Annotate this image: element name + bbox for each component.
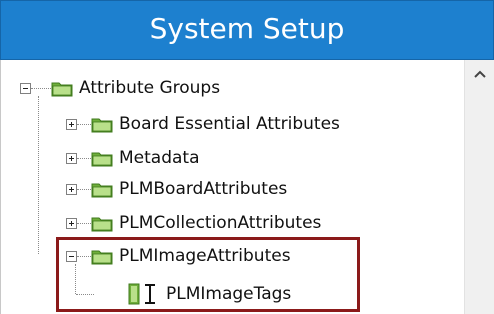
system-setup-panel: System Setup Attribute Groups Board Esse…: [0, 0, 494, 314]
tree-item-metadata[interactable]: Metadata: [66, 143, 200, 173]
folder-icon: [91, 181, 113, 198]
expand-icon[interactable]: [66, 217, 77, 229]
window-title: System Setup: [149, 12, 345, 45]
tree-item-attribute-groups[interactable]: Attribute Groups: [20, 73, 220, 103]
expand-icon[interactable]: [66, 152, 77, 164]
tree-item-plmboardattributes[interactable]: PLMBoardAttributes: [66, 174, 287, 204]
tree-item-label: Board Essential Attributes: [119, 114, 340, 134]
tree-item-label: PLMCollectionAttributes: [119, 213, 322, 233]
selection-highlight: [56, 237, 360, 312]
tree-item-label: Metadata: [119, 148, 200, 168]
folder-icon: [91, 215, 113, 232]
title-bar: System Setup: [0, 0, 494, 60]
tree-connector: [38, 96, 39, 254]
expand-icon[interactable]: [66, 118, 77, 130]
tree-item-board-essential-attributes[interactable]: Board Essential Attributes: [66, 109, 340, 139]
scroll-up-icon[interactable]: [471, 66, 489, 84]
folder-icon: [91, 150, 113, 167]
tree-item-label: PLMBoardAttributes: [119, 179, 288, 199]
tree-item-label: Attribute Groups: [79, 78, 221, 98]
folder-icon: [51, 80, 73, 97]
folder-icon: [91, 116, 113, 133]
vertical-scrollbar[interactable]: [464, 60, 494, 314]
collapse-icon[interactable]: [20, 82, 31, 94]
expand-icon[interactable]: [66, 183, 77, 195]
tree-item-plmcollectionattributes[interactable]: PLMCollectionAttributes: [66, 208, 321, 238]
